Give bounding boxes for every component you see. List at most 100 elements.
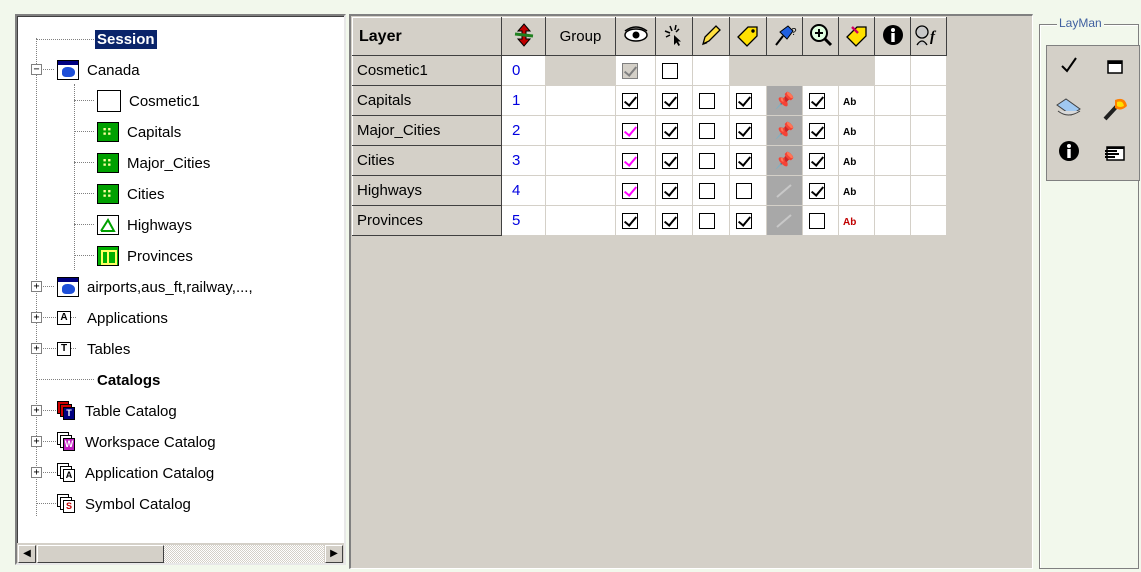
layer-column-header[interactable]: Layer bbox=[352, 17, 502, 56]
apply-check-icon[interactable] bbox=[1051, 50, 1087, 86]
hotlink-pin-icon[interactable]: 📌 bbox=[775, 91, 795, 111]
group-column-header[interactable]: Group bbox=[545, 17, 616, 56]
visible-checkbox[interactable] bbox=[622, 63, 638, 80]
expand-airports-button[interactable]: + bbox=[31, 281, 42, 292]
visible-checkbox[interactable] bbox=[622, 93, 638, 110]
tree-node-airports-workspace[interactable]: airports,aus_ft,railway,..., bbox=[57, 274, 255, 300]
info-icon[interactable] bbox=[1051, 138, 1087, 174]
tree-node-highways[interactable]: Highways bbox=[97, 212, 194, 238]
scroll-right-button[interactable]: ▶ bbox=[325, 545, 343, 563]
session-tree[interactable]: − + + + + + + Session Canada Cosmetic1 C… bbox=[15, 14, 346, 565]
tree-node-capitals[interactable]: Capitals bbox=[97, 119, 183, 145]
window-icon[interactable] bbox=[1097, 50, 1133, 86]
editable-checkbox[interactable] bbox=[699, 183, 715, 200]
layer-row[interactable]: Highways 4 Ab bbox=[352, 175, 947, 206]
label-style-button[interactable]: Ab bbox=[843, 187, 856, 198]
editable-pencil-icon[interactable] bbox=[692, 17, 730, 56]
layer-row[interactable]: Major_Cities 2 📌 Ab bbox=[352, 115, 947, 146]
editable-checkbox[interactable] bbox=[699, 153, 715, 170]
expand-table-catalog-button[interactable]: + bbox=[31, 405, 42, 416]
visible-checkbox[interactable] bbox=[622, 153, 638, 170]
label-style-button[interactable]: Ab bbox=[843, 157, 856, 168]
tree-node-provinces[interactable]: Provinces bbox=[97, 243, 195, 269]
zoom-layer-checkbox[interactable] bbox=[809, 213, 825, 230]
torch-icon[interactable] bbox=[1097, 94, 1133, 130]
selectable-checkbox[interactable] bbox=[662, 153, 678, 170]
thematic-function-icon[interactable]: f bbox=[910, 17, 947, 56]
reorder-icon[interactable] bbox=[501, 17, 546, 56]
expand-application-catalog-button[interactable]: + bbox=[31, 467, 42, 478]
hotlink-pin-icon[interactable]: 📌 bbox=[775, 121, 795, 141]
layer-name[interactable]: Provinces bbox=[352, 205, 502, 236]
editable-checkbox[interactable] bbox=[699, 123, 715, 140]
layer-row[interactable]: Provinces 5 Ab bbox=[352, 205, 947, 236]
selectable-checkbox[interactable] bbox=[662, 63, 678, 80]
tree-node-cities[interactable]: Cities bbox=[97, 181, 167, 207]
labels-tag-icon[interactable] bbox=[729, 17, 767, 56]
label-style-button[interactable]: Ab bbox=[843, 217, 856, 228]
zoom-layer-checkbox[interactable] bbox=[809, 123, 825, 140]
label-style-cell: Ab bbox=[838, 205, 875, 236]
layer-row[interactable]: Capitals 1 📌 Ab bbox=[352, 85, 947, 116]
tree-node-catalogs[interactable]: Catalogs bbox=[95, 367, 162, 393]
label-style-button[interactable]: Ab bbox=[843, 97, 856, 108]
selectable-checkbox[interactable] bbox=[662, 93, 678, 110]
tree-node-session[interactable]: Session bbox=[95, 26, 157, 52]
scroll-left-button[interactable]: ◀ bbox=[18, 545, 36, 563]
label-style-button[interactable]: Ab bbox=[843, 127, 856, 138]
tree-node-symbol-catalog[interactable]: S Symbol Catalog bbox=[57, 491, 193, 517]
visible-checkbox[interactable] bbox=[622, 123, 638, 140]
hotlink-cell bbox=[766, 55, 803, 86]
tree-node-tables[interactable]: T Tables bbox=[57, 336, 132, 362]
editable-checkbox[interactable] bbox=[699, 213, 715, 230]
expand-workspace-catalog-button[interactable]: + bbox=[31, 436, 42, 447]
tree-horizontal-scrollbar[interactable]: ◀ ▶ bbox=[17, 543, 344, 563]
autolabel-icon[interactable] bbox=[838, 17, 875, 56]
tree-node-table-catalog[interactable]: T Table Catalog bbox=[57, 398, 179, 424]
eraser-icon[interactable] bbox=[1051, 94, 1087, 130]
labels-checkbox[interactable] bbox=[736, 183, 752, 200]
selectable-cursor-icon[interactable] bbox=[655, 17, 693, 56]
collapse-canada-button[interactable]: − bbox=[31, 64, 42, 75]
labels-checkbox[interactable] bbox=[736, 153, 752, 170]
thematic-cell bbox=[910, 205, 947, 236]
layer-name[interactable]: Highways bbox=[352, 175, 502, 206]
tree-node-workspace-catalog[interactable]: W Workspace Catalog bbox=[57, 429, 218, 455]
layer-row[interactable]: Cities 3 📌 Ab bbox=[352, 145, 947, 176]
editable-cell bbox=[692, 175, 730, 206]
zoom-cell bbox=[802, 115, 839, 146]
visible-eye-icon[interactable] bbox=[615, 17, 656, 56]
properties-icon[interactable] bbox=[1097, 138, 1133, 174]
info-icon[interactable] bbox=[874, 17, 911, 56]
scroll-thumb[interactable] bbox=[37, 545, 164, 563]
zoom-layer-icon[interactable] bbox=[802, 17, 839, 56]
tree-node-cosmetic1[interactable]: Cosmetic1 bbox=[97, 88, 202, 114]
selectable-checkbox[interactable] bbox=[662, 183, 678, 200]
zoom-layer-checkbox[interactable] bbox=[809, 153, 825, 170]
visible-checkbox[interactable] bbox=[622, 183, 638, 200]
expand-applications-button[interactable]: + bbox=[31, 312, 42, 323]
labels-checkbox[interactable] bbox=[736, 213, 752, 230]
labels-checkbox[interactable] bbox=[736, 93, 752, 110]
hotlink-pin-icon[interactable]: ? bbox=[766, 17, 803, 56]
layer-name[interactable]: Cosmetic1 bbox=[352, 55, 502, 86]
tree-node-application-catalog[interactable]: A Application Catalog bbox=[57, 460, 216, 486]
zoom-layer-checkbox[interactable] bbox=[809, 93, 825, 110]
zoom-layer-checkbox[interactable] bbox=[809, 183, 825, 200]
layer-row[interactable]: Cosmetic1 0 bbox=[352, 55, 947, 86]
hotlink-cell: 📌 bbox=[766, 115, 803, 146]
tree-node-major-cities[interactable]: Major_Cities bbox=[97, 150, 212, 176]
tree-node-applications[interactable]: A Applications bbox=[57, 305, 170, 331]
expand-tables-button[interactable]: + bbox=[31, 343, 42, 354]
layer-name[interactable]: Major_Cities bbox=[352, 115, 502, 146]
layer-name[interactable]: Capitals bbox=[352, 85, 502, 116]
labels-checkbox[interactable] bbox=[736, 123, 752, 140]
selectable-checkbox[interactable] bbox=[662, 123, 678, 140]
tree-node-canada[interactable]: Canada bbox=[57, 57, 142, 83]
layer-name[interactable]: Cities bbox=[352, 145, 502, 176]
selectable-checkbox[interactable] bbox=[662, 213, 678, 230]
editable-checkbox[interactable] bbox=[699, 93, 715, 110]
hotlink-pin-icon[interactable]: 📌 bbox=[775, 151, 795, 171]
visible-checkbox[interactable] bbox=[622, 213, 638, 230]
labels-cell bbox=[729, 85, 767, 116]
